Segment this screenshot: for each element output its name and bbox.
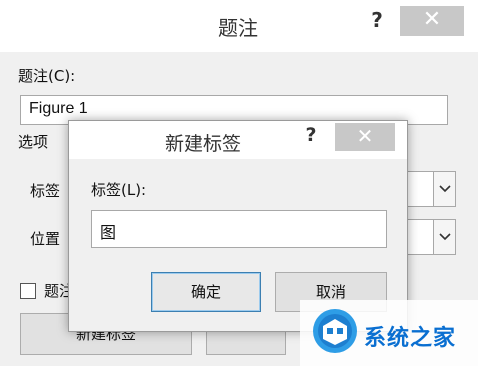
help-button[interactable]: ?: [297, 124, 325, 146]
position-row-label: 位置: [30, 230, 61, 248]
label-row-label: 标签: [30, 182, 61, 200]
ok-button[interactable]: 确定: [151, 272, 261, 312]
caption-dialog-title: 题注: [218, 16, 258, 40]
watermark-logo-icon: [313, 309, 357, 353]
chevron-down-icon[interactable]: [433, 220, 455, 254]
exclude-label-checkbox[interactable]: [20, 283, 36, 299]
close-button[interactable]: ✕: [400, 6, 464, 36]
watermark-text: 系统之家: [364, 326, 457, 351]
chevron-down-icon[interactable]: [433, 172, 455, 206]
label-input[interactable]: 图: [91, 210, 387, 248]
caption-dialog-titlebar: 题注 ? ✕: [0, 0, 478, 52]
new-label-dialog-titlebar: 新建标签 ? ✕: [69, 121, 407, 159]
options-group-label: 选项: [18, 133, 49, 151]
close-button[interactable]: ✕: [335, 123, 395, 151]
watermark: 系统之家: [300, 300, 478, 366]
help-button[interactable]: ?: [362, 8, 392, 32]
new-label-dialog-title: 新建标签: [164, 133, 241, 155]
close-icon: ✕: [356, 124, 374, 148]
close-icon: ✕: [422, 7, 442, 32]
caption-field-label: 题注(C):: [18, 67, 76, 85]
label-field-label: 标签(L):: [91, 181, 147, 199]
